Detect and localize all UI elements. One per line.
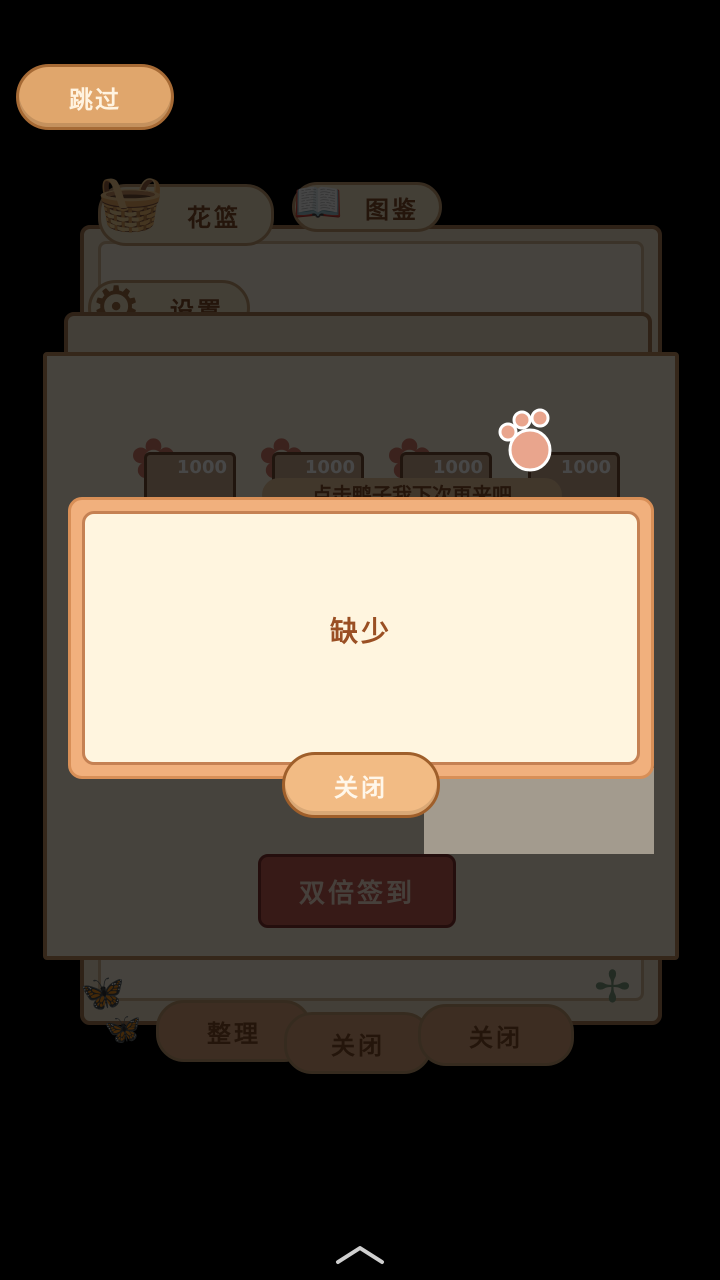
dialog-message: 缺少: [329, 615, 392, 648]
nav-up-chevron-icon[interactable]: [334, 1240, 386, 1268]
dialog-close-button[interactable]: 关闭: [282, 752, 440, 818]
dialog-close-label: 关闭: [334, 773, 388, 802]
paw-pointer-icon: [498, 408, 552, 472]
